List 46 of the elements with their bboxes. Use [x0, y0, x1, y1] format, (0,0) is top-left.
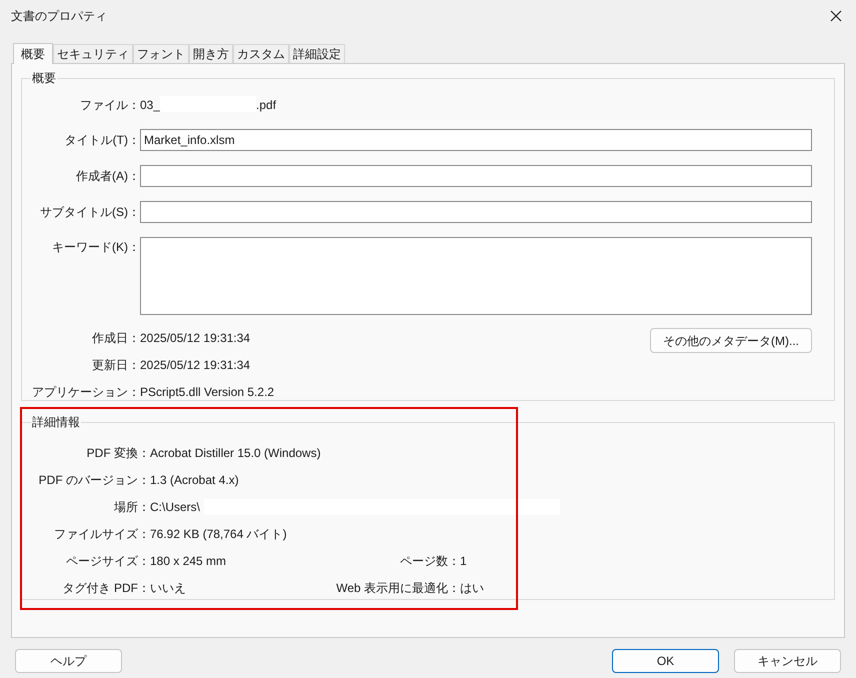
- metadata-button[interactable]: その他のメタデータ(M)...: [650, 328, 812, 353]
- group-label: 概要: [31, 70, 57, 86]
- text-field[interactable]: [140, 201, 812, 223]
- file-extension: .pdf: [256, 97, 276, 114]
- file-name: 03_: [140, 97, 160, 114]
- ok-button[interactable]: OK: [612, 649, 719, 673]
- tab[interactable]: 詳細設定: [289, 44, 345, 63]
- field-label: 場所：: [113, 498, 150, 516]
- keywords-field[interactable]: [140, 237, 812, 315]
- field-value: Acrobat Distiller 15.0 (Windows): [150, 444, 321, 462]
- field-label: ファイル：: [79, 97, 140, 114]
- tab[interactable]: セキュリティ: [53, 44, 133, 63]
- field-label: ページ数：: [399, 552, 460, 570]
- field-label: キーワード(K)：: [51, 239, 140, 256]
- help-button[interactable]: ヘルプ: [15, 649, 122, 673]
- field-value: 1: [460, 552, 467, 570]
- field-label: タグ付き PDF：: [62, 580, 150, 596]
- field-label: 作成者(A)：: [75, 168, 140, 185]
- field-value: はい: [460, 580, 484, 596]
- field-label: ページサイズ：: [65, 552, 150, 570]
- field-label: PDF のバージョン：: [38, 472, 150, 488]
- group-label: 詳細情報: [31, 414, 81, 430]
- cancel-button[interactable]: キャンセル: [734, 649, 841, 673]
- text-field[interactable]: [140, 165, 812, 187]
- field-value: 2025/05/12 19:31:34: [140, 330, 250, 346]
- field-label: Web 表示用に最適化：: [335, 580, 460, 596]
- field-label: アプリケーション：: [31, 384, 140, 400]
- field-label: タイトル(T)：: [64, 132, 140, 149]
- field-label: ファイルサイズ：: [53, 526, 150, 542]
- field-label: サブタイトル(S)：: [39, 204, 140, 221]
- field-label: PDF 変換：: [86, 444, 150, 462]
- tab[interactable]: 概要: [13, 43, 53, 64]
- tab[interactable]: フォント: [133, 44, 189, 63]
- field-value: 76.92 KB (78,764 バイト): [150, 526, 287, 542]
- field-label: 更新日：: [91, 356, 140, 374]
- text-field[interactable]: Market_info.xlsm: [140, 129, 812, 151]
- window-title: 文書のプロパティ: [11, 8, 107, 25]
- field-value: PScript5.dll Version 5.2.2: [140, 384, 274, 400]
- field-value: C:\Users\: [150, 498, 200, 516]
- tab[interactable]: 開き方: [189, 44, 233, 63]
- field-value: 180 x 245 mm: [150, 552, 226, 570]
- field-value: 1.3 (Acrobat 4.x): [150, 472, 239, 488]
- tab[interactable]: カスタム: [233, 44, 289, 63]
- field-value: 2025/05/12 19:31:34: [140, 356, 250, 374]
- field-label: 作成日：: [91, 330, 140, 346]
- field-value: いいえ: [150, 580, 186, 596]
